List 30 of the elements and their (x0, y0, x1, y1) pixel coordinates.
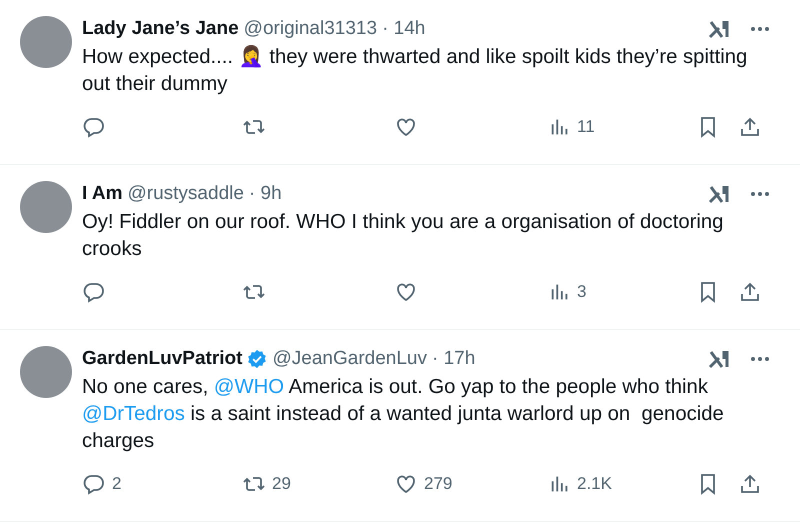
post-time[interactable]: · 14h (382, 18, 426, 40)
share-icon[interactable] (738, 115, 762, 139)
avatar-photo-placeholder[interactable] (20, 346, 72, 398)
more-icon[interactable] (750, 26, 770, 32)
post-text: How expected.... 🤦‍♀ they were thwarted and like spoilt kids they’re spitting out their dummy (82, 44, 748, 97)
share-icon[interactable] (738, 280, 762, 304)
avatar-photo-placeholder[interactable] (20, 16, 72, 68)
like-count[interactable]: 279 (424, 474, 452, 494)
reply-count[interactable]: 2 (112, 474, 122, 494)
more-icon[interactable] (750, 356, 770, 362)
user-name[interactable]: GardenLuvPatriot (82, 348, 242, 370)
post-time[interactable]: · 17h (432, 348, 476, 370)
share-icon[interactable] (738, 472, 762, 496)
view-count[interactable]: 11 (577, 117, 595, 137)
user-handle[interactable]: @rustysaddle (127, 183, 244, 205)
post-text: Oy! Fiddler on our roof. WHO I think you are a organisation of doctoring crooks (82, 210, 724, 262)
reply-icon[interactable] (82, 472, 106, 496)
user-handle[interactable]: @original31313 (244, 18, 378, 40)
reply-icon[interactable] (82, 115, 106, 139)
avatar-photo-placeholder[interactable] (20, 181, 72, 233)
user-name[interactable]: Lady Jane’s Jane (82, 18, 239, 40)
view-count[interactable]: 2.1K (577, 474, 612, 494)
post-text: No one cares, @WHO America is out. Go yap to the people who think @DrTedros is a saint instead of a wanted junta warlord up on genocide charges (82, 375, 725, 454)
repost-count[interactable]: 29 (272, 474, 291, 494)
reply-icon[interactable] (82, 280, 106, 304)
more-icon[interactable] (750, 191, 770, 197)
view-count[interactable]: 3 (577, 282, 586, 302)
user-name[interactable]: I Am (82, 183, 122, 205)
user-handle[interactable]: @JeanGardenLuv (272, 348, 427, 370)
post-time[interactable]: · 9h (248, 183, 282, 205)
